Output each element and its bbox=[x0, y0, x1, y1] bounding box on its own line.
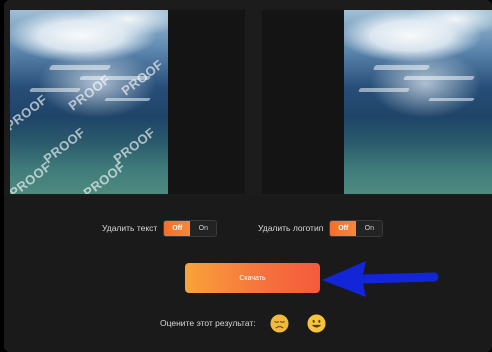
remove-text-on-button[interactable]: On bbox=[190, 221, 216, 236]
watermark: PROOF bbox=[10, 158, 55, 194]
result-image bbox=[344, 10, 492, 194]
original-image: PROOF PROOF PROOF PROOF PROOF PROOF PROO… bbox=[10, 10, 168, 194]
remove-text-off-button[interactable]: Off bbox=[164, 220, 191, 236]
panel-background bbox=[262, 10, 344, 194]
rating-row: Оцените этот результат: bbox=[160, 312, 344, 334]
rating-prompt: Оцените этот результат: bbox=[160, 318, 256, 328]
mountain-ridge bbox=[48, 65, 112, 70]
remove-text-toggle[interactable]: Off On bbox=[163, 219, 218, 237]
remove-text-option: Удалить текст Off On bbox=[102, 219, 218, 237]
mountain-ridge bbox=[372, 65, 431, 70]
watermark: PROOF bbox=[80, 158, 129, 194]
watermark: PROOF bbox=[10, 91, 51, 134]
app-window: PROOF PROOF PROOF PROOF PROOF PROOF PROO… bbox=[4, 0, 492, 352]
remove-logo-toggle[interactable]: Off On bbox=[329, 219, 384, 237]
remove-logo-on-button[interactable]: On bbox=[356, 221, 382, 236]
mountain-ridge bbox=[28, 88, 82, 92]
download-button[interactable]: Скачать bbox=[185, 263, 320, 293]
annotation-arrow-icon bbox=[322, 261, 439, 297]
remove-logo-off-button[interactable]: Off bbox=[330, 220, 357, 236]
remove-text-label: Удалить текст bbox=[102, 223, 158, 233]
mountain-ridge bbox=[357, 88, 411, 92]
remove-logo-option: Удалить логотип Off On bbox=[258, 219, 384, 237]
watermark: PROOF bbox=[40, 124, 89, 167]
panel-background bbox=[168, 10, 245, 194]
result-image-panel bbox=[262, 10, 492, 194]
mountain-ridge bbox=[428, 98, 475, 101]
sad-face-icon[interactable] bbox=[270, 313, 289, 333]
original-image-panel: PROOF PROOF PROOF PROOF PROOF PROOF PROO… bbox=[10, 10, 245, 194]
happy-face-icon[interactable] bbox=[307, 313, 326, 333]
mountain-ridge bbox=[402, 76, 476, 80]
remove-logo-label: Удалить логотип bbox=[258, 223, 324, 233]
